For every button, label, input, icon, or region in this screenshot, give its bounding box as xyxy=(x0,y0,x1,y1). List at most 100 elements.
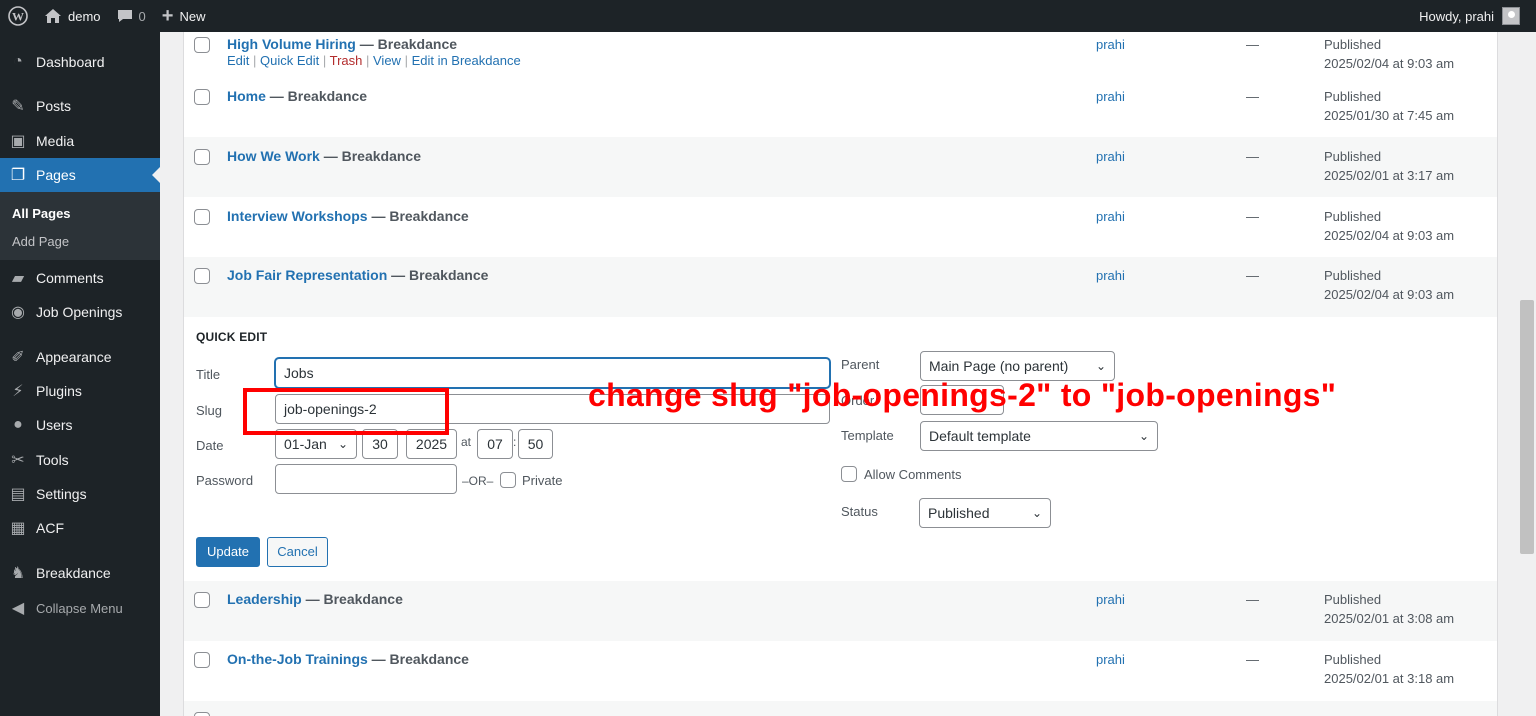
update-button[interactable]: Update xyxy=(196,537,260,567)
row-title[interactable]: Home — Breakdance xyxy=(227,88,367,104)
collapse-menu-button[interactable]: ◀ Collapse Menu xyxy=(0,591,160,625)
view-link[interactable]: View xyxy=(373,53,401,68)
table-row: How We Work — Breakdance prahi — Publish… xyxy=(184,137,1497,197)
site-name: demo xyxy=(68,8,101,24)
pages-list-table: High Volume Hiring — Breakdance prahi — … xyxy=(183,32,1498,716)
pages-submenu: All Pages Add Page xyxy=(0,192,160,260)
row-author[interactable]: prahi xyxy=(1096,37,1125,52)
row-checkbox[interactable] xyxy=(194,149,210,165)
row-author[interactable]: prahi xyxy=(1096,592,1125,607)
new-label: New xyxy=(179,8,206,24)
edit-in-breakdance-link[interactable]: Edit in Breakdance xyxy=(412,53,521,68)
row-checkbox[interactable] xyxy=(194,89,210,105)
template-select[interactable]: Default template ⌄ xyxy=(920,421,1158,451)
or-separator: –OR– xyxy=(462,474,494,488)
trash-link[interactable]: Trash xyxy=(330,53,363,68)
breakdance-icon: ♞ xyxy=(10,565,26,582)
edit-link[interactable]: Edit xyxy=(227,53,249,68)
row-checkbox[interactable] xyxy=(194,209,210,225)
new-content-link[interactable]: + New xyxy=(154,0,214,32)
admin-bar: W demo 0 + New Howdy, prahi xyxy=(0,0,1536,32)
password-label: Password xyxy=(196,473,254,488)
row-checkbox[interactable] xyxy=(194,712,210,716)
row-title[interactable]: How We Work — Breakdance xyxy=(227,148,421,164)
row-comments: — xyxy=(1246,89,1259,104)
row-date: 2025/02/01 at 3:18 am xyxy=(1324,671,1455,686)
row-checkbox[interactable] xyxy=(194,268,210,284)
row-title[interactable]: On-the-Job Trainings — Breakdance xyxy=(227,651,469,667)
comments-link[interactable]: 0 xyxy=(109,0,154,32)
chevron-down-icon: ⌄ xyxy=(1031,506,1042,520)
annotation-highlight-box xyxy=(243,388,449,435)
submenu-add-page[interactable]: Add Page xyxy=(12,234,69,249)
row-status: Published xyxy=(1324,652,1382,667)
minute-input[interactable]: 50 xyxy=(518,429,553,459)
menu-tools[interactable]: ✂ Tools xyxy=(0,443,160,477)
row-title[interactable]: Interview Workshops — Breakdance xyxy=(227,208,469,224)
brush-icon: ✐ xyxy=(11,349,25,366)
row-title[interactable]: Job Fair Representation — Breakdance xyxy=(227,267,488,283)
chevron-down-icon: ⌄ xyxy=(1095,359,1106,373)
quick-edit-link[interactable]: Quick Edit xyxy=(260,53,319,68)
row-status: Published xyxy=(1324,37,1382,52)
date-label: Date xyxy=(196,438,224,453)
row-status: Published xyxy=(1324,89,1382,104)
comments-count: 0 xyxy=(138,8,146,24)
row-comments: — xyxy=(1246,209,1259,224)
allow-comments-checkbox[interactable] xyxy=(841,466,857,482)
allow-comments-label: Allow Comments xyxy=(864,467,962,482)
chevron-down-icon: ⌄ xyxy=(1138,429,1149,443)
password-input[interactable] xyxy=(275,464,457,494)
site-name-link[interactable]: demo xyxy=(36,0,109,32)
submenu-all-pages[interactable]: All Pages xyxy=(12,206,71,221)
row-actions: Edit | Quick Edit | Trash | View | Edit … xyxy=(227,53,521,68)
row-author[interactable]: prahi xyxy=(1096,652,1125,667)
row-title[interactable]: High Volume Hiring — Breakdance xyxy=(227,36,457,52)
menu-comments[interactable]: ▰ Comments xyxy=(0,261,160,295)
row-title[interactable]: Leadership — Breakdance xyxy=(227,591,403,607)
menu-settings[interactable]: ▤ Settings xyxy=(0,477,160,511)
menu-dashboard[interactable]: ◔ Dashboard xyxy=(0,45,160,79)
menu-pages[interactable]: ❐ Pages xyxy=(0,158,160,192)
row-date: 2025/02/01 at 3:08 am xyxy=(1324,611,1455,626)
menu-appearance[interactable]: ✐ Appearance xyxy=(0,340,160,374)
status-select[interactable]: Published ⌄ xyxy=(919,498,1051,528)
quick-edit-panel: QUICK EDIT Title Jobs Slug job-openings-… xyxy=(184,317,1497,580)
my-account[interactable]: Howdy, prahi xyxy=(1419,0,1520,32)
menu-media[interactable]: ▣ Media xyxy=(0,124,160,158)
comment-icon: ▰ xyxy=(11,270,25,287)
row-date: 2025/02/04 at 9:03 am xyxy=(1324,56,1455,71)
row-checkbox[interactable] xyxy=(194,37,210,53)
menu-acf[interactable]: ▦ ACF xyxy=(0,511,160,545)
scrollbar-thumb[interactable] xyxy=(1520,300,1534,554)
menu-users[interactable]: ● Users xyxy=(0,408,160,442)
at-label: at xyxy=(461,435,472,449)
hour-input[interactable]: 07 xyxy=(477,429,513,459)
row-checkbox[interactable] xyxy=(194,652,210,668)
acf-icon: ▦ xyxy=(10,520,26,537)
table-row: Home — Breakdance prahi — Published 2025… xyxy=(184,77,1497,137)
cancel-button[interactable]: Cancel xyxy=(267,537,328,567)
private-checkbox[interactable] xyxy=(500,472,516,488)
svg-text:W: W xyxy=(12,10,24,24)
row-status: Published xyxy=(1324,592,1382,607)
row-author[interactable]: prahi xyxy=(1096,268,1125,283)
row-comments: — xyxy=(1246,268,1259,283)
menu-posts[interactable]: ✎ Posts xyxy=(0,89,160,123)
menu-breakdance[interactable]: ♞ Breakdance xyxy=(0,556,160,590)
time-colon: : xyxy=(513,435,517,449)
settings-icon: ▤ xyxy=(10,486,26,503)
wordpress-logo-icon[interactable]: W xyxy=(0,0,36,32)
row-author[interactable]: prahi xyxy=(1096,209,1125,224)
home-icon xyxy=(45,9,61,23)
menu-plugins[interactable]: ⚡ Plugins xyxy=(0,374,160,408)
menu-job-openings[interactable]: ◉ Job Openings xyxy=(0,295,160,329)
template-label: Template xyxy=(841,428,894,443)
pages-icon: ❐ xyxy=(10,167,26,184)
dashboard-icon: ◔ xyxy=(13,53,23,70)
row-checkbox[interactable] xyxy=(194,592,210,608)
table-row: On-the-Job Trainings — Breakdance prahi … xyxy=(184,641,1497,701)
howdy-text: Howdy, prahi xyxy=(1419,8,1494,24)
row-author[interactable]: prahi xyxy=(1096,149,1125,164)
row-author[interactable]: prahi xyxy=(1096,89,1125,104)
